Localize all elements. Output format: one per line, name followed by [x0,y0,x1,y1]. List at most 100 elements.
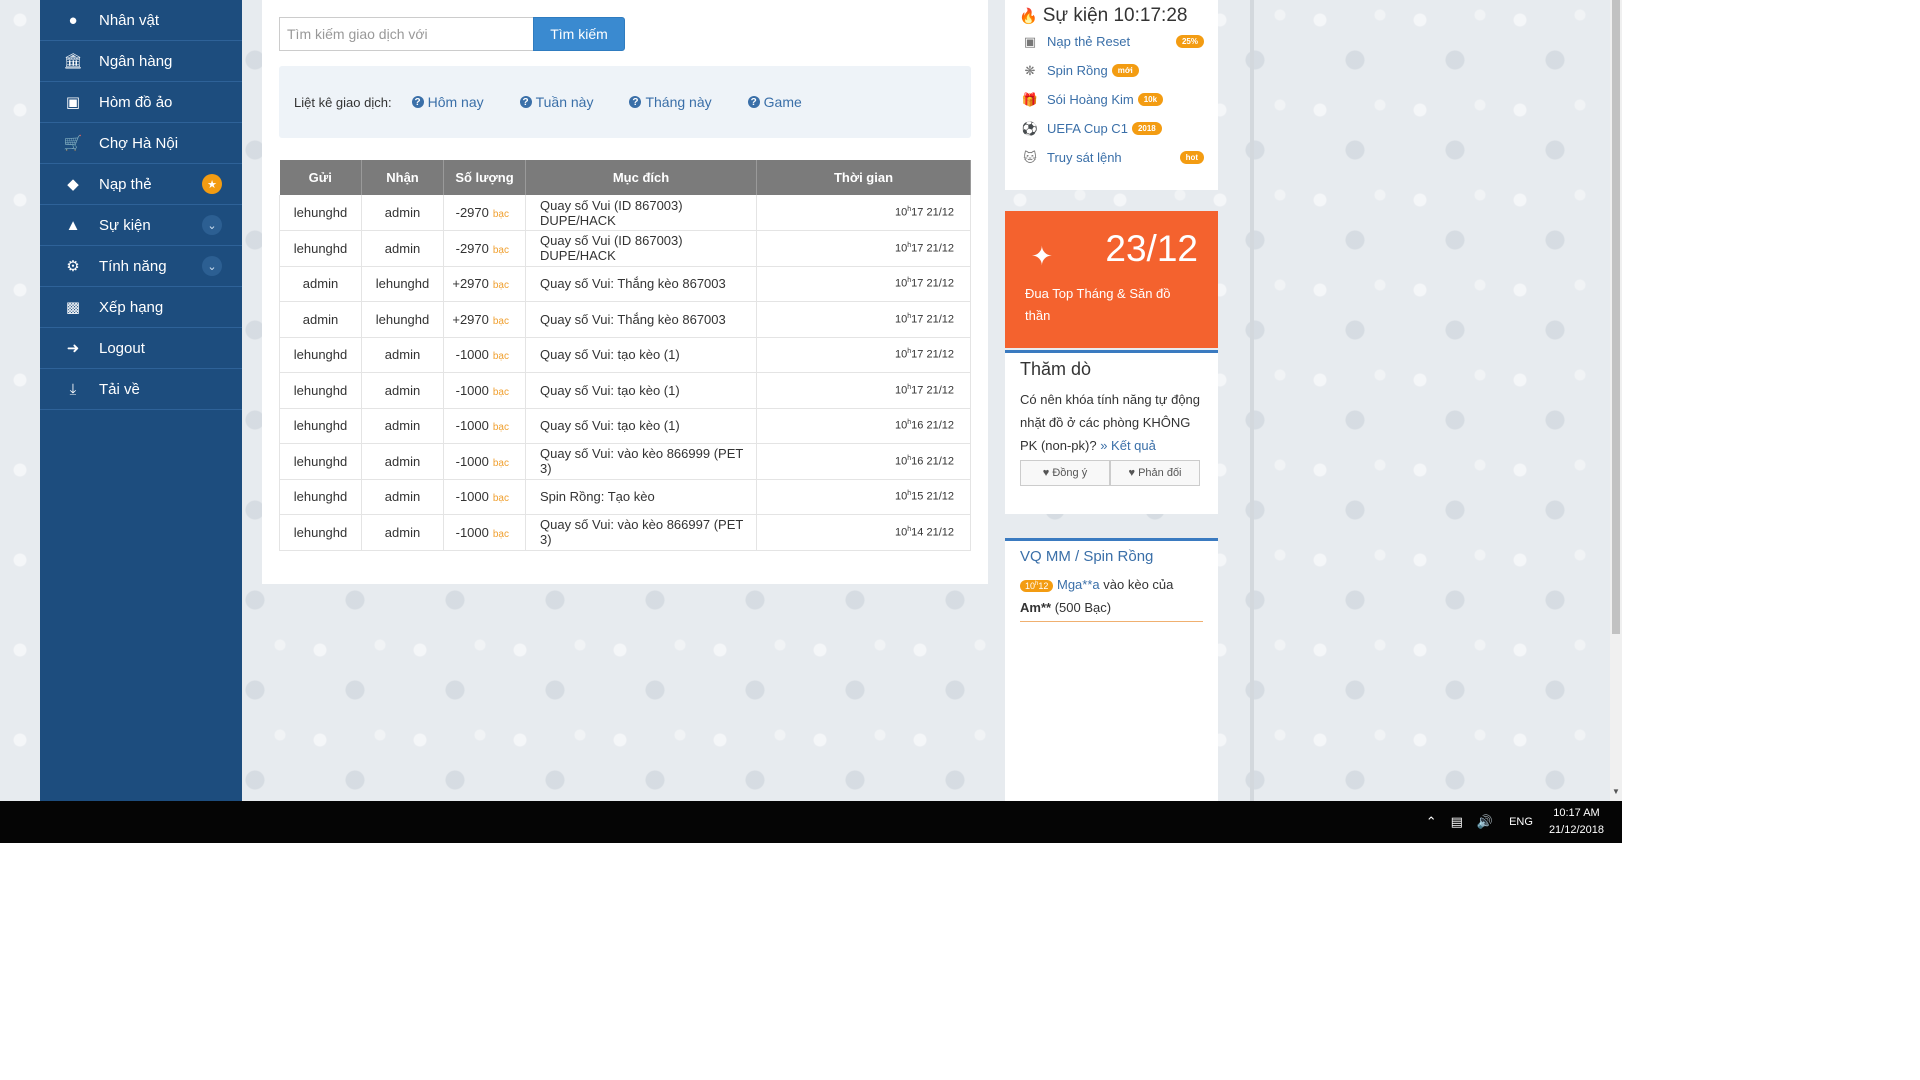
cell-sender[interactable]: lehunghd [279,443,362,480]
cell-time: 10h15 21/12 [756,479,971,515]
user-icon: ● [68,11,78,29]
cell-amount: +2970 bạc [443,301,526,338]
poll-disagree-button[interactable]: ♥ Phản đối [1110,460,1200,486]
cell-amount: +2970 bạc [443,266,526,302]
time-minute: 17 [911,313,924,326]
cell-sender[interactable]: lehunghd [279,230,362,267]
column-header-purpose: Mục đích [525,160,757,195]
cell-receiver[interactable]: admin [361,372,444,409]
column-header-amount: Số lượng [443,160,526,195]
event-item-uefa-cup[interactable]: ⚽ UEFA Cup C1 2018 [1019,114,1204,143]
cell-receiver[interactable]: admin [361,195,444,231]
scroll-down-arrow-icon[interactable]: ▼ [1612,787,1620,796]
cell-sender[interactable]: lehunghd [279,372,362,409]
cell-sender[interactable]: lehunghd [279,408,362,444]
cell-purpose: Spin Rồng: Tạo kèo [525,479,757,515]
cell-purpose: Quay số Vui: Thắng kèo 867003 [525,301,757,338]
language-indicator[interactable]: ENG [1509,816,1533,828]
time-minute: 14 [911,526,924,539]
time-date: 21/12 [926,242,954,255]
sidebar-item-tinh-nang[interactable]: ⚙ Tính năng ⌄ [40,246,242,287]
poll-widget: Thăm dò Có nên khóa tính năng tự động nh… [1005,350,1218,514]
sidebar-item-label: Ngân hàng [99,52,173,70]
cell-receiver[interactable]: admin [361,230,444,267]
event-item-spin-rong[interactable]: ❋ Spin Rồng mới [1019,56,1204,85]
sidebar-item-logout[interactable]: ➜ Logout [40,328,242,369]
event-badge: hot [1179,151,1204,164]
fencer-icon: ✦ [1031,241,1053,271]
filter-game-link[interactable]: ? Game [747,94,802,110]
sidebar-item-label: Sự kiện [99,216,151,234]
scrollbar-thumb[interactable] [1612,0,1620,634]
sidebar-item-ngan-hang[interactable]: 🏛 Ngân hàng [40,41,242,82]
sidebar-item-su-kien[interactable]: ▲ Sự kiện ⌄ [40,205,242,246]
filter-today-link[interactable]: ? Hôm nay [411,94,484,110]
spin-amount: (500 Bạc) [1054,600,1112,615]
amount-unit: bạc [492,315,509,327]
cell-receiver[interactable]: admin [361,443,444,480]
cell-sender[interactable]: lehunghd [279,479,362,515]
filter-week-link[interactable]: ? Tuần này [519,94,593,110]
chevron-up-icon[interactable]: ⌃ [1426,814,1437,830]
sidebar-item-xep-hang[interactable]: ▩ Xếp hạng [40,287,242,328]
cell-receiver[interactable]: lehunghd [361,301,444,338]
event-item-nap-the-reset[interactable]: ▣ Nạp thẻ Reset 25% [1019,27,1204,56]
cell-receiver[interactable]: admin [361,408,444,444]
taskbar-clock[interactable]: 10:17 AM 21/12/2018 [1549,805,1604,839]
sidebar-item-nhan-vat[interactable]: ● Nhân vật [40,0,242,41]
star-icon: ★ [202,174,222,194]
event-badge: mới [1111,64,1139,77]
time-hour: 10 [895,455,908,468]
cell-time: 10h16 21/12 [756,443,971,480]
sidebar-item-nap-the[interactable]: ◆ Nạp thẻ ★ [40,164,242,205]
search-input[interactable] [279,17,533,51]
cell-time: 10h17 21/12 [756,301,971,338]
event-badge: 10k [1137,93,1164,106]
sidebar-item-tai-ve[interactable]: ⤓ Tải về [40,369,242,410]
cell-receiver[interactable]: admin [361,479,444,515]
table-row: lehunghd admin -2970 bạc Quay số Vui (ID 867… [279,195,971,231]
table-row: admin lehunghd +2970 bạc Quay số Vui: Thắng … [279,301,971,338]
event-label: Truy sát lệnh [1047,150,1122,165]
amount-unit: bạc [492,209,509,220]
event-item-soi-hoang-kim[interactable]: 🎁 Sói Hoàng Kim 10k [1019,85,1204,114]
sidebar-item-hom-do-ao[interactable]: ▣ Hòm đồ ảo [40,82,242,123]
cell-sender[interactable]: admin [279,266,362,302]
cell-receiver[interactable]: admin [361,514,444,551]
cell-sender[interactable]: lehunghd [279,514,362,551]
sidebar-item-cho-ha-noi[interactable]: 🛒 Chợ Hà Nội [40,123,242,164]
time-date: 21/12 [926,526,954,539]
table-row: lehunghd admin -1000 bạc Spin Rồng: Tạo kèo 1… [279,479,971,515]
sidebar-item-label: Logout [99,339,145,357]
poll-result-link[interactable]: » Kết quả [1100,438,1156,453]
filter-month-link[interactable]: ? Tháng này [629,94,712,110]
sidebar-item-label: Chợ Hà Nội [99,134,179,152]
cell-sender[interactable]: admin [279,301,362,338]
bank-icon: 🏛 [63,53,83,70]
promo-banner[interactable]: ✦ 23/12 Đua Top Tháng & Săn đồ thần [1005,211,1218,348]
network-icon[interactable]: ▤ [1451,814,1463,830]
cell-time: 10h14 21/12 [756,514,971,551]
cell-sender[interactable]: lehunghd [279,195,362,231]
clock-date: 21/12/2018 [1548,824,1604,836]
question-circle-icon: ? [629,96,642,108]
volume-icon[interactable]: 🔊 [1477,814,1493,830]
flame-icon: 🔥 [1019,8,1038,25]
bar-chart-icon: ▩ [65,299,81,316]
amount-value: +2970 [452,276,489,292]
spinner-icon: ❋ [1024,62,1036,78]
spin-player-link[interactable]: Mga**a [1057,577,1100,592]
poll-agree-button[interactable]: ♥ Đồng ý [1020,460,1110,486]
money-icon: ▣ [1023,33,1037,49]
cell-purpose: Quay số Vui (ID 867003) DUPE/HACK [525,230,757,267]
search-button[interactable]: Tìm kiếm [533,17,625,51]
cell-sender[interactable]: lehunghd [279,337,362,373]
cell-purpose: Quay số Vui: vào kèo 866999 (PET 3) [525,443,757,480]
event-item-truy-sat-lenh[interactable]: 🐱 Truy sát lệnh hot [1019,143,1204,172]
spin-log-title[interactable]: VQ MM / Spin Rồng [1020,548,1203,565]
cell-receiver[interactable]: admin [361,337,444,373]
promo-text: Đua Top Tháng & Săn đồ thần [1025,286,1171,323]
cell-receiver[interactable]: lehunghd [361,266,444,302]
amount-unit: bạc [492,351,509,363]
time-minute: 17 [911,206,924,219]
